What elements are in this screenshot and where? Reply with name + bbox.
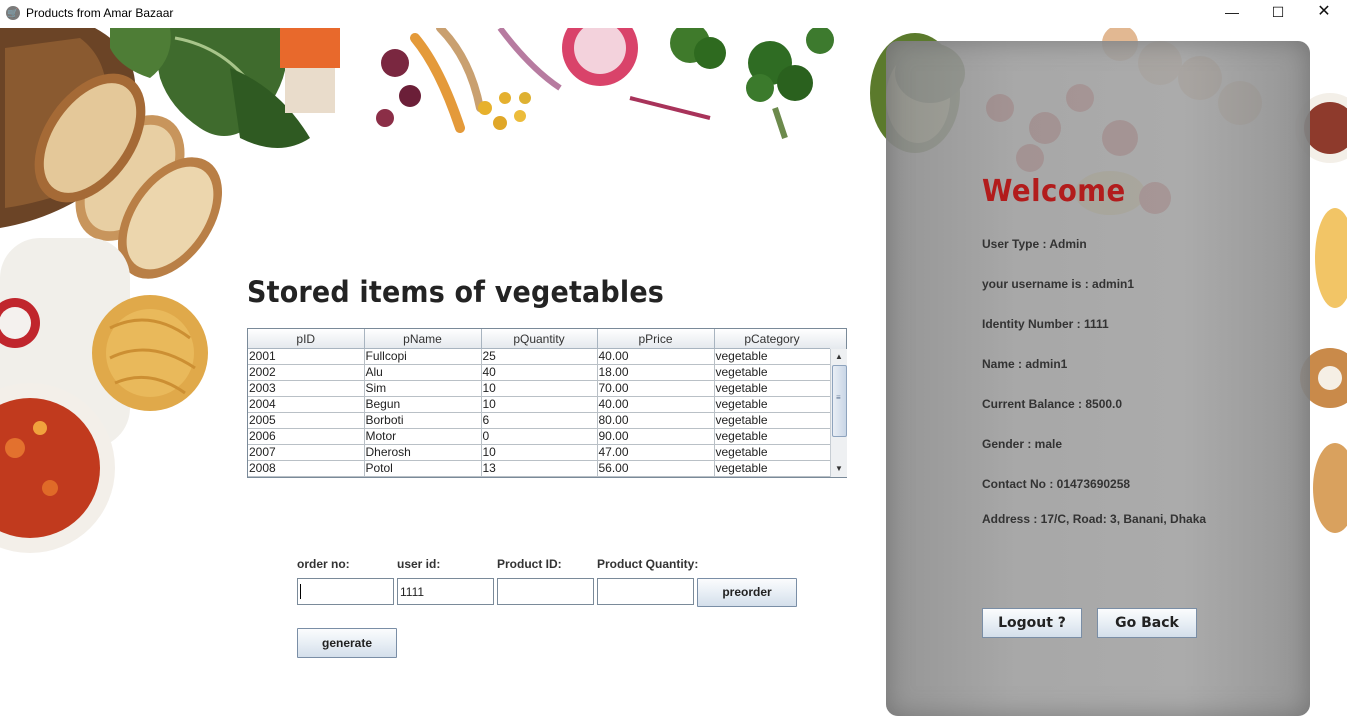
- table-cell[interactable]: 2008: [248, 460, 365, 477]
- maximize-button[interactable]: ☐: [1255, 0, 1301, 26]
- user-id-field[interactable]: [397, 578, 494, 605]
- scrollbar-thumb[interactable]: ≡: [832, 365, 847, 437]
- table-cell[interactable]: vegetable: [714, 348, 831, 365]
- table-cell[interactable]: 80.00: [597, 412, 715, 429]
- table-cell[interactable]: 56.00: [597, 460, 715, 477]
- scroll-up-arrow-icon[interactable]: ▲: [831, 350, 847, 364]
- table-cell[interactable]: vegetable: [714, 460, 831, 477]
- grip-icon: ≡: [836, 393, 841, 402]
- table-row[interactable]: 2003 Sim 10 70.00 vegetable: [248, 380, 831, 397]
- products-grid[interactable]: pID pName pQuantity pPrice pCategory 200…: [248, 329, 831, 477]
- table-cell[interactable]: Borboti: [364, 412, 482, 429]
- vegetables-strip: [376, 28, 834, 139]
- table-cell[interactable]: 2002: [248, 364, 365, 381]
- table-row[interactable]: 2002 Alu 40 18.00 vegetable: [248, 364, 831, 381]
- current-balance-text: Current Balance : 8500.0: [982, 397, 1123, 411]
- close-button[interactable]: ✕: [1301, 0, 1347, 26]
- table-cell[interactable]: 40: [481, 364, 598, 381]
- table-cell[interactable]: Alu: [364, 364, 482, 381]
- table-cell[interactable]: Sim: [364, 380, 482, 397]
- table-cell[interactable]: vegetable: [714, 428, 831, 445]
- product-quantity-field[interactable]: [597, 578, 694, 605]
- table-cell[interactable]: 40.00: [597, 396, 715, 413]
- cart-icon: 🛒: [6, 6, 20, 20]
- order-no-field[interactable]: [297, 578, 394, 605]
- table-cell[interactable]: 2003: [248, 380, 365, 397]
- table-header-row: pID pName pQuantity pPrice pCategory: [248, 329, 831, 349]
- table-row[interactable]: 2007 Dherosh 10 47.00 vegetable: [248, 444, 831, 461]
- table-cell[interactable]: 13: [481, 460, 598, 477]
- table-cell[interactable]: 10: [481, 444, 598, 461]
- go-back-button[interactable]: Go Back: [1097, 608, 1197, 638]
- table-cell[interactable]: Motor: [364, 428, 482, 445]
- table-scrollbar[interactable]: ▲ ≡ ▼: [830, 349, 847, 477]
- table-cell[interactable]: 2007: [248, 444, 365, 461]
- table-cell[interactable]: 47.00: [597, 444, 715, 461]
- product-quantity-label: Product Quantity:: [597, 557, 699, 571]
- username-text: your username is : admin1: [982, 277, 1135, 291]
- column-header-pprice[interactable]: pPrice: [597, 329, 715, 349]
- product-id-label: Product ID:: [497, 557, 562, 571]
- left-food-illustration: [0, 238, 208, 553]
- page-title: Stored items of vegetables: [247, 275, 665, 309]
- table-cell[interactable]: 10: [481, 380, 598, 397]
- table-row[interactable]: 2001 Fullcopi 25 40.00 vegetable: [248, 348, 831, 365]
- preorder-button[interactable]: preorder: [697, 578, 797, 607]
- table-cell[interactable]: 25: [481, 348, 598, 365]
- table-header-corner: [830, 329, 846, 350]
- table-cell[interactable]: 2006: [248, 428, 365, 445]
- table-cell[interactable]: Dherosh: [364, 444, 482, 461]
- column-header-pid[interactable]: pID: [248, 329, 365, 349]
- products-table[interactable]: pID pName pQuantity pPrice pCategory 200…: [247, 328, 847, 478]
- table-cell[interactable]: vegetable: [714, 444, 831, 461]
- order-no-label: order no:: [297, 557, 350, 571]
- logout-button[interactable]: Logout ?: [982, 608, 1082, 638]
- table-cell[interactable]: Begun: [364, 396, 482, 413]
- welcome-heading: Welcome: [982, 174, 1126, 209]
- table-cell[interactable]: vegetable: [714, 364, 831, 381]
- contact-no-text: Contact No : 01473690258: [982, 477, 1131, 491]
- panel-overlay: [886, 41, 1310, 161]
- table-cell[interactable]: 2005: [248, 412, 365, 429]
- table-row[interactable]: 2008 Potol 13 56.00 vegetable: [248, 460, 831, 477]
- table-cell[interactable]: Fullcopi: [364, 348, 482, 365]
- table-cell[interactable]: 10: [481, 396, 598, 413]
- text-caret: [300, 584, 301, 599]
- gender-text: Gender : male: [982, 437, 1063, 451]
- scroll-down-arrow-icon[interactable]: ▼: [831, 462, 847, 476]
- table-cell[interactable]: 40.00: [597, 348, 715, 365]
- name-text: Name : admin1: [982, 357, 1068, 371]
- table-cell[interactable]: 18.00: [597, 364, 715, 381]
- address-text: Address : 17/C, Road: 3, Banani, Dhaka: [982, 512, 1207, 526]
- minimize-button[interactable]: —: [1209, 0, 1255, 26]
- table-cell[interactable]: 90.00: [597, 428, 715, 445]
- table-row[interactable]: 2006 Motor 0 90.00 vegetable: [248, 428, 831, 445]
- table-cell[interactable]: 6: [481, 412, 598, 429]
- column-header-pname[interactable]: pName: [364, 329, 482, 349]
- table-row[interactable]: 2005 Borboti 6 80.00 vegetable: [248, 412, 831, 429]
- column-header-pcategory[interactable]: pCategory: [714, 329, 831, 349]
- generate-button[interactable]: generate: [297, 628, 397, 658]
- window-title: Products from Amar Bazaar: [26, 6, 174, 20]
- table-cell[interactable]: vegetable: [714, 412, 831, 429]
- column-header-pquantity[interactable]: pQuantity: [481, 329, 598, 349]
- user-id-label: user id:: [397, 557, 441, 571]
- table-cell[interactable]: 2001: [248, 348, 365, 365]
- table-cell[interactable]: vegetable: [714, 380, 831, 397]
- table-cell[interactable]: vegetable: [714, 396, 831, 413]
- table-cell[interactable]: 70.00: [597, 380, 715, 397]
- table-cell[interactable]: 0: [481, 428, 598, 445]
- identity-number-text: Identity Number : 1111: [982, 317, 1109, 331]
- table-cell[interactable]: 2004: [248, 396, 365, 413]
- table-cell[interactable]: Potol: [364, 460, 482, 477]
- user-type-text: User Type : Admin: [982, 237, 1087, 251]
- product-id-field[interactable]: [497, 578, 594, 605]
- title-bar: 🛒 Products from Amar Bazaar — ☐ ✕: [0, 0, 1347, 28]
- table-row[interactable]: 2004 Begun 10 40.00 vegetable: [248, 396, 831, 413]
